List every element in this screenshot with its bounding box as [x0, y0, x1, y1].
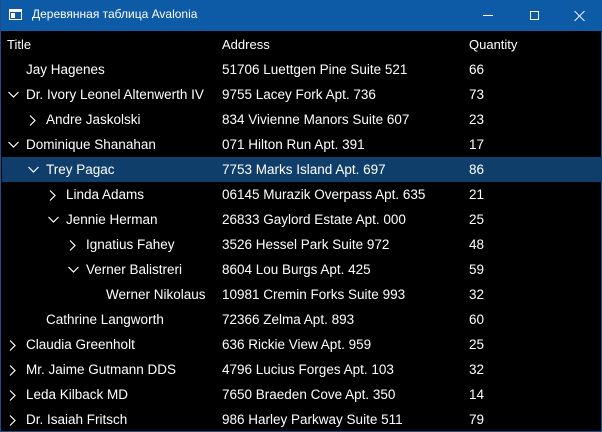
tree-grid-header: Title Address Quantity — [2, 31, 602, 57]
tree-grid-body: Jay Hagenes 51706 Luettgen Pine Suite 521… — [2, 57, 602, 431]
cell-address: 4796 Lucius Forges Apt. 103 — [222, 362, 394, 377]
cell-address: 834 Vivienne Manors Suite 607 — [222, 112, 410, 127]
maximize-button[interactable] — [511, 0, 557, 31]
chevron-right-icon[interactable] — [5, 382, 21, 407]
maximize-icon — [529, 11, 539, 20]
tree-row[interactable]: Andre Jaskolski 834 Vivienne Manors Suite… — [2, 107, 602, 132]
chevron-right-icon[interactable] — [5, 332, 21, 357]
tree-row[interactable]: Ignatius Fahey 3526 Hessel Park Suite 972… — [2, 232, 602, 257]
cell-title: Dominique Shanahan — [26, 137, 156, 152]
tree-row[interactable]: Claudia Greenholt 636 Rickie View Apt. 95… — [2, 332, 602, 357]
cell-address: 10981 Cremin Forks Suite 993 — [222, 287, 406, 302]
cell-address: 986 Harley Parkway Suite 511 — [222, 412, 403, 427]
cell-address: 51706 Luettgen Pine Suite 521 — [222, 62, 408, 77]
column-header-title[interactable]: Title — [7, 37, 31, 52]
cell-quantity: 66 — [469, 62, 485, 77]
chevron-down-icon[interactable] — [45, 207, 61, 232]
cell-quantity: 23 — [469, 112, 485, 127]
tree-row[interactable]: Dominique Shanahan 071 Hilton Run Apt. 39… — [2, 132, 602, 157]
cell-title: Werner Nikolaus — [106, 287, 206, 302]
cell-quantity: 17 — [469, 137, 485, 152]
cell-address: 06145 Murazik Overpass Apt. 635 — [222, 187, 426, 202]
tree-row[interactable]: Dr. Ivory Leonel Altenwerth IV 9755 Lacey… — [2, 82, 602, 107]
tree-row[interactable]: Dr. Isaiah Fritsch 986 Harley Parkway Sui… — [2, 407, 602, 431]
cell-title: Jay Hagenes — [26, 62, 105, 77]
column-header-address[interactable]: Address — [222, 37, 270, 52]
tree-row[interactable]: Linda Adams 06145 Murazik Overpass Apt. 6… — [2, 182, 602, 207]
cell-quantity: 21 — [469, 187, 485, 202]
cell-address: 7650 Braeden Cove Apt. 350 — [222, 387, 396, 402]
cell-quantity: 48 — [469, 237, 485, 252]
tree-row[interactable]: Jennie Herman 26833 Gaylord Estate Apt. 0… — [2, 207, 602, 232]
cell-title: Dr. Ivory Leonel Altenwerth IV — [26, 87, 204, 102]
cell-quantity: 32 — [469, 287, 485, 302]
chevron-down-icon[interactable] — [25, 157, 41, 182]
chevron-down-icon[interactable] — [65, 257, 81, 282]
cell-address: 8604 Lou Burgs Apt. 425 — [222, 262, 371, 277]
cell-title: Leda Kilback MD — [26, 387, 129, 402]
cell-title: Jennie Herman — [66, 212, 158, 227]
window-title: Деревянная таблица Avalonia — [32, 7, 198, 21]
cell-address: 72366 Zelma Apt. 893 — [222, 312, 355, 327]
chevron-down-icon[interactable] — [5, 82, 21, 107]
cell-title: Verner Balistreri — [86, 262, 183, 277]
app-window-icon — [9, 9, 22, 20]
cell-quantity: 59 — [469, 262, 485, 277]
cell-title: Linda Adams — [66, 187, 145, 202]
cell-title: Cathrine Langworth — [46, 312, 164, 327]
cell-quantity: 60 — [469, 312, 485, 327]
tree-row[interactable]: Trey Pagac 7753 Marks Island Apt. 697 86 — [2, 157, 602, 182]
tree-row[interactable]: Cathrine Langworth 72366 Zelma Apt. 893 60 — [2, 307, 602, 332]
cell-quantity: 86 — [469, 162, 485, 177]
cell-quantity: 32 — [469, 362, 485, 377]
chevron-right-icon[interactable] — [5, 357, 21, 382]
column-header-quantity[interactable]: Quantity — [469, 37, 517, 52]
cell-title: Trey Pagac — [46, 162, 115, 177]
cell-title: Mr. Jaime Gutmann DDS — [26, 362, 177, 377]
cell-title: Ignatius Fahey — [86, 237, 175, 252]
cell-quantity: 14 — [469, 387, 485, 402]
cell-title: Dr. Isaiah Fritsch — [26, 412, 128, 427]
tree-row[interactable]: Werner Nikolaus 10981 Cremin Forks Suite … — [2, 282, 602, 307]
chevron-right-icon[interactable] — [65, 232, 81, 257]
chevron-right-icon[interactable] — [5, 407, 21, 431]
tree-row[interactable]: Mr. Jaime Gutmann DDS 4796 Lucius Forges … — [2, 357, 602, 382]
tree-row[interactable]: Leda Kilback MD 7650 Braeden Cove Apt. 35… — [2, 382, 602, 407]
app-window: Деревянная таблица Avalonia Title Addres… — [0, 0, 602, 432]
tree-row[interactable]: Verner Balistreri 8604 Lou Burgs Apt. 425… — [2, 257, 602, 282]
cell-address: 9755 Lacey Fork Apt. 736 — [222, 87, 376, 102]
cell-title: Andre Jaskolski — [46, 112, 141, 127]
cell-address: 26833 Gaylord Estate Apt. 000 — [222, 212, 406, 227]
chevron-right-icon[interactable] — [25, 107, 41, 132]
cell-quantity: 25 — [469, 212, 485, 227]
chevron-right-icon[interactable] — [45, 182, 61, 207]
cell-quantity: 73 — [469, 87, 485, 102]
cell-address: 7753 Marks Island Apt. 697 — [222, 162, 386, 177]
minimize-button[interactable] — [465, 0, 511, 31]
close-button[interactable] — [557, 0, 602, 31]
cell-address: 636 Rickie View Apt. 959 — [222, 337, 372, 352]
cell-title: Claudia Greenholt — [26, 337, 135, 352]
close-icon — [574, 10, 586, 22]
cell-quantity: 79 — [469, 412, 485, 427]
minimize-icon — [483, 15, 493, 16]
chevron-down-icon[interactable] — [5, 132, 21, 157]
title-bar[interactable]: Деревянная таблица Avalonia — [1, 0, 602, 31]
tree-row[interactable]: Jay Hagenes 51706 Luettgen Pine Suite 521… — [2, 57, 602, 82]
cell-quantity: 25 — [469, 337, 485, 352]
cell-address: 071 Hilton Run Apt. 391 — [222, 137, 365, 152]
cell-address: 3526 Hessel Park Suite 972 — [222, 237, 390, 252]
